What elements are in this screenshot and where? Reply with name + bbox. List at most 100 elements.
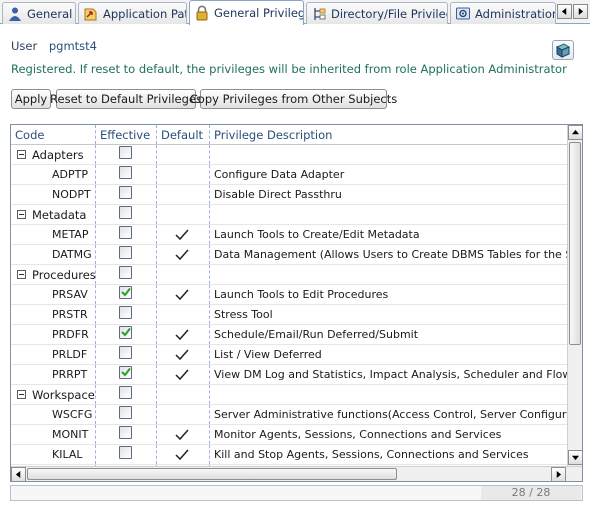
effective-checkbox[interactable] [119,366,132,379]
table-row[interactable]: PRSAV Launch Tools to Edit Procedures [11,285,567,305]
effective-checkbox[interactable] [119,306,132,319]
tab-directory-file-privileges[interactable]: Directory/File Privileges [306,2,448,24]
privilege-code: PRLDF [52,348,88,361]
copy-privileges-button[interactable]: Copy Privileges from Other Subjects [190,89,397,109]
reset-to-default-button[interactable]: Reset to Default Privileges [50,89,202,109]
tab-application-path-label: Application Path [103,6,187,21]
header-effective[interactable]: Effective [100,128,150,142]
privilege-description: Stress Tool [214,308,273,321]
default-check-icon [175,329,189,341]
green-check-icon [121,287,131,297]
collapse-toggle-icon[interactable] [17,150,26,159]
category-label: Procedures [32,268,96,282]
privilege-code: PRSAV [52,288,88,301]
privilege-description: List / View Deferred [214,348,322,361]
category-row[interactable]: Procedures [11,265,567,285]
default-check-icon [175,429,189,441]
privilege-description: Data Management (Allows Users to Create … [214,248,567,261]
privilege-code: DATMG [52,248,92,261]
category-label: Workspace [32,388,95,402]
directory-icon [314,7,326,20]
privilege-description: Schedule/Email/Run Deferred/Submit [214,328,419,341]
scroll-up-button[interactable] [568,125,582,140]
tab-general-privileges[interactable]: General Privileges [189,0,304,25]
effective-checkbox[interactable] [119,286,132,299]
tab-general-label: General [27,6,73,21]
effective-checkbox[interactable] [119,146,132,159]
effective-checkbox[interactable] [119,166,132,179]
category-row[interactable]: Metadata [11,205,567,225]
tab-scroll-right-button[interactable] [573,4,588,19]
horizontal-scroll-thumb[interactable] [27,468,397,480]
app-path-icon [84,8,97,20]
vertical-scroll-thumb[interactable] [569,142,581,345]
header-description[interactable]: Privilege Description [214,128,332,142]
table-row[interactable]: PRSTR Stress Tool [11,305,567,325]
effective-checkbox[interactable] [119,406,132,419]
effective-checkbox[interactable] [119,186,132,199]
table-row[interactable]: KILAL Kill and Stop Agents, Sessions, Con… [11,445,567,465]
header-default[interactable]: Default [161,128,203,142]
effective-checkbox[interactable] [119,446,132,459]
privilege-description: Server Administrative functions(Access C… [214,408,567,421]
category-label: Metadata [32,208,87,222]
effective-checkbox[interactable] [119,326,132,339]
book-help-icon [555,42,571,58]
collapse-toggle-icon[interactable] [17,270,26,279]
privilege-description: View DM Log and Statistics, Impact Analy… [214,368,567,381]
tab-application-path[interactable]: Application Path [78,2,187,24]
tab-scroll-left-button[interactable] [557,4,572,19]
table-row[interactable]: DATMG Data Management (Allows Users to Cr… [11,245,567,265]
scroll-right-button[interactable] [551,467,566,481]
scroll-left-button[interactable] [11,467,26,481]
privilege-code: MONIT [52,428,89,441]
collapse-toggle-icon[interactable] [17,210,26,219]
category-label: Adapters [32,148,84,162]
apply-button[interactable]: Apply [11,89,51,109]
effective-checkbox[interactable] [119,206,132,219]
privilege-code: PRRPT [52,368,88,381]
header-code[interactable]: Code [15,128,44,142]
table-row[interactable]: NODPT Disable Direct Passthru [11,185,567,205]
effective-checkbox[interactable] [119,386,132,399]
effective-checkbox[interactable] [119,266,132,279]
privilege-description: Kill and Stop Agents, Sessions, Connecti… [214,448,529,461]
arrow-left-icon [15,471,21,478]
user-label: User [11,39,38,53]
effective-checkbox[interactable] [119,426,132,439]
arrow-right-icon [578,8,584,15]
default-check-icon [175,349,189,361]
privilege-code: PRSTR [52,308,88,321]
effective-checkbox[interactable] [119,346,132,359]
horizontal-scrollbar[interactable] [11,466,582,481]
default-check-icon [175,369,189,381]
green-check-icon [121,327,131,337]
arrow-left-icon [561,8,567,15]
tab-general[interactable]: General [2,2,76,24]
table-row[interactable]: PRLDF List / View Deferred [11,345,567,365]
row-count: 28 / 28 [481,486,581,500]
table-row[interactable]: MONIT Monitor Agents, Sessions, Connectio… [11,425,567,445]
table-row[interactable]: PRRPT View DM Log and Statistics, Impact … [11,365,567,385]
privilege-description: Disable Direct Passthru [214,188,342,201]
user-value: pgmtst4 [48,39,98,53]
table-row[interactable]: METAP Launch Tools to Create/Edit Metadat… [11,225,567,245]
help-button[interactable] [552,40,574,60]
scroll-down-button[interactable] [568,450,582,465]
table-row[interactable]: ADPTP Configure Data Adapter [11,165,567,185]
table-row[interactable]: PRDFR Schedule/Email/Run Deferred/Submit [11,325,567,345]
tab-administration[interactable]: Administration Fi [450,2,556,24]
privilege-description: Configure Data Adapter [214,168,345,181]
collapse-toggle-icon[interactable] [17,390,26,399]
table-row[interactable]: WSCFG Server Administrative functions(Acc… [11,405,567,425]
category-row[interactable]: Adapters [11,145,567,165]
privilege-code: PRDFR [52,328,89,341]
effective-checkbox[interactable] [119,246,132,259]
tab-administration-label: Administration Fi [475,6,556,21]
privileges-grid: Code Effective Default Privilege Descrip… [10,124,583,482]
vertical-scrollbar[interactable] [567,125,582,466]
effective-checkbox[interactable] [119,226,132,239]
grid-rows: Adapters ADPTP Configure Data Adapter NODPT… [11,145,567,467]
category-row[interactable]: Workspace [11,385,567,405]
privilege-code: WSCFG [52,408,93,421]
